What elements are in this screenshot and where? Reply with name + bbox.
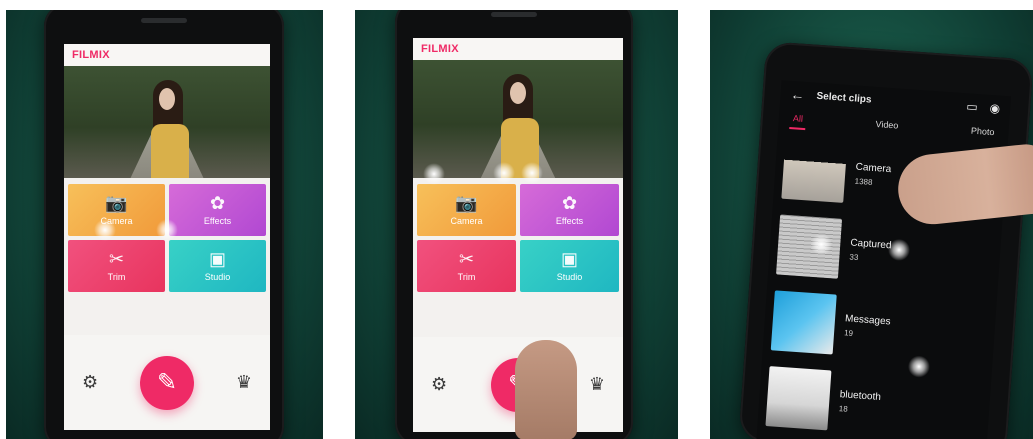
folder-meta: Messages 19 — [844, 313, 891, 340]
scissors-icon: ✂ — [108, 249, 125, 269]
trim-tile[interactable]: ✂ Trim — [417, 240, 516, 292]
crown-icon[interactable]: ♛ — [236, 372, 252, 393]
glare — [493, 162, 515, 184]
tab-all[interactable]: All — [793, 113, 804, 124]
app-header: FILMIX — [413, 38, 623, 60]
folder-name: Messages — [844, 313, 891, 328]
camera-tile-label: Camera — [450, 216, 483, 226]
trim-tile-label: Trim — [107, 272, 126, 282]
studio-tile[interactable]: ▣ Studio — [169, 240, 266, 292]
folder-meta: Camera 1388 — [854, 162, 891, 188]
back-arrow-icon[interactable]: ← — [790, 86, 805, 103]
folder-thumbnail — [770, 290, 837, 355]
studio-tile[interactable]: ▣ Studio — [520, 240, 619, 292]
app-logo: FILMIX — [72, 49, 110, 61]
trim-tile-label: Trim — [457, 272, 476, 282]
photo-1: FILMIX 📷 Camera ✿ Effects ✂ Trim ▣ Studi… — [6, 10, 323, 439]
phone: FILMIX 📷 Camera ✿ Effects ✂ Trim ▣ Studi… — [395, 10, 633, 439]
folder-meta: bluetooth 18 — [839, 389, 882, 416]
hero-image — [413, 60, 623, 178]
tiles-grid: 📷 Camera ✿ Effects ✂ Trim ▣ Studio — [413, 178, 623, 298]
save-icon: ▣ — [560, 249, 578, 269]
gear-icon[interactable]: ⚙ — [431, 374, 447, 395]
video-camera-icon[interactable]: ▭ — [966, 99, 978, 114]
folder-count: 33 — [849, 252, 859, 263]
tab-video[interactable]: Video — [875, 119, 899, 131]
folder-count: 18 — [838, 404, 849, 414]
tab-photo[interactable]: Photo — [971, 126, 995, 138]
studio-tile-label: Studio — [556, 272, 583, 282]
folder-meta: Captured 33 — [849, 238, 892, 265]
phone-screen: ← Select clips ▭ ◉ All Video Photo Camer… — [756, 80, 1012, 439]
effects-tile-label: Effects — [203, 216, 232, 226]
phone: ← Select clips ▭ ◉ All Video Photo Camer… — [738, 41, 1033, 439]
photo-2: FILMIX 📷 Camera ✿ Effects ✂ Trim ▣ Studi… — [355, 10, 678, 439]
effects-icon: ✿ — [561, 193, 578, 213]
effects-icon: ✿ — [209, 193, 226, 213]
effects-tile[interactable]: ✿ Effects — [169, 184, 266, 236]
edit-button[interactable]: ✎ — [140, 355, 194, 410]
gear-icon[interactable]: ⚙ — [82, 372, 98, 393]
save-icon: ▣ — [208, 249, 226, 269]
folder-count: 1388 — [854, 176, 873, 187]
edit-icon: ✎ — [156, 369, 178, 396]
camera-icon[interactable]: ◉ — [989, 101, 1000, 116]
speaker — [141, 18, 187, 23]
crown-icon[interactable]: ♛ — [589, 374, 605, 395]
phone-screen: FILMIX 📷 Camera ✿ Effects ✂ Trim ▣ Studi… — [64, 44, 270, 430]
camera-tile[interactable]: 📷 Camera — [417, 184, 516, 236]
folder-thumbnail — [781, 138, 848, 203]
bottom-bar: ⚙ ✎ ♛ — [64, 335, 270, 430]
effects-tile[interactable]: ✿ Effects — [520, 184, 619, 236]
folder-name: Camera — [855, 161, 892, 176]
trim-tile[interactable]: ✂ Trim — [68, 240, 165, 292]
hero-face — [509, 82, 526, 104]
hero-face — [158, 88, 175, 110]
glare — [423, 163, 445, 185]
page-title: Select clips — [816, 90, 872, 106]
folder-thumbnail — [776, 214, 843, 279]
folder-count: 19 — [843, 328, 854, 338]
camera-tile[interactable]: 📷 Camera — [68, 184, 165, 236]
finger — [515, 340, 577, 439]
glare — [94, 219, 116, 241]
hero-image — [64, 66, 270, 178]
camera-icon: 📷 — [455, 193, 478, 213]
folder-name: Captured — [850, 237, 892, 252]
glare — [156, 219, 178, 241]
effects-tile-label: Effects — [555, 216, 584, 226]
scissors-icon: ✂ — [458, 249, 475, 269]
folder-name: bluetooth — [839, 389, 882, 403]
app-header: FILMIX — [64, 44, 270, 66]
glare — [521, 162, 543, 184]
app-logo: FILMIX — [421, 43, 459, 55]
hero-body — [150, 124, 189, 178]
speaker — [491, 12, 537, 17]
photo-3: ← Select clips ▭ ◉ All Video Photo Camer… — [710, 10, 1033, 439]
camera-icon: 📷 — [105, 193, 128, 213]
studio-tile-label: Studio — [204, 272, 231, 282]
folder-thumbnail — [765, 366, 832, 431]
phone: FILMIX 📷 Camera ✿ Effects ✂ Trim ▣ Studi… — [44, 10, 284, 439]
